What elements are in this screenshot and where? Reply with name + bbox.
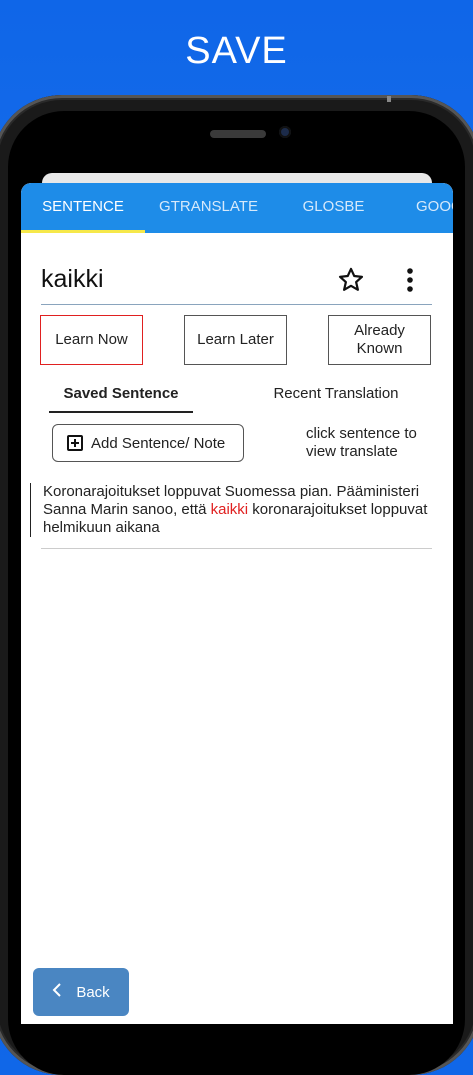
phone-speaker [210, 130, 266, 138]
tab-gtranslate[interactable]: GTRANSLATE [151, 183, 266, 233]
sentence-item[interactable]: Koronarajoitukset loppuvat Suomessa pian… [30, 483, 432, 537]
already-known-button[interactable]: Already Known [328, 315, 431, 365]
learn-later-button[interactable]: Learn Later [184, 315, 287, 365]
side-button [387, 96, 391, 102]
add-sentence-label: Add Sentence/ Note [91, 434, 226, 452]
add-sentence-button[interactable]: Add Sentence/ Note [52, 424, 244, 462]
word-underline [41, 304, 432, 305]
back-button[interactable]: Back [33, 968, 129, 1016]
learn-now-button[interactable]: Learn Now [40, 315, 143, 365]
hint-text: click sentence to view translate [306, 425, 417, 460]
back-label: Back [76, 983, 110, 1001]
sentence-divider [41, 548, 432, 549]
chevron-left-icon [52, 982, 62, 1002]
more-vertical-icon[interactable] [403, 267, 417, 293]
tab-sentence[interactable]: SENTENCE [21, 183, 145, 233]
word-title: kaikki [41, 265, 104, 293]
promo-title: SAVE [185, 30, 288, 72]
camera-icon [279, 126, 291, 138]
subtab-underline [49, 411, 193, 413]
tab-indicator [21, 230, 145, 233]
plus-square-icon [67, 435, 83, 451]
tab-bar: SENTENCE GTRANSLATE GLOSBE GOOG [21, 183, 453, 233]
tab-google[interactable]: GOOG [416, 183, 453, 233]
star-icon[interactable] [337, 266, 365, 294]
tab-glosbe[interactable]: GLOSBE [281, 183, 386, 233]
subtab-recent-translation[interactable]: Recent Translation [261, 385, 411, 402]
highlighted-word: kaikki [210, 501, 249, 518]
subtab-saved-sentence[interactable]: Saved Sentence [49, 385, 193, 402]
app-screen: SENTENCE GTRANSLATE GLOSBE GOOG kaikki L… [21, 183, 453, 1024]
